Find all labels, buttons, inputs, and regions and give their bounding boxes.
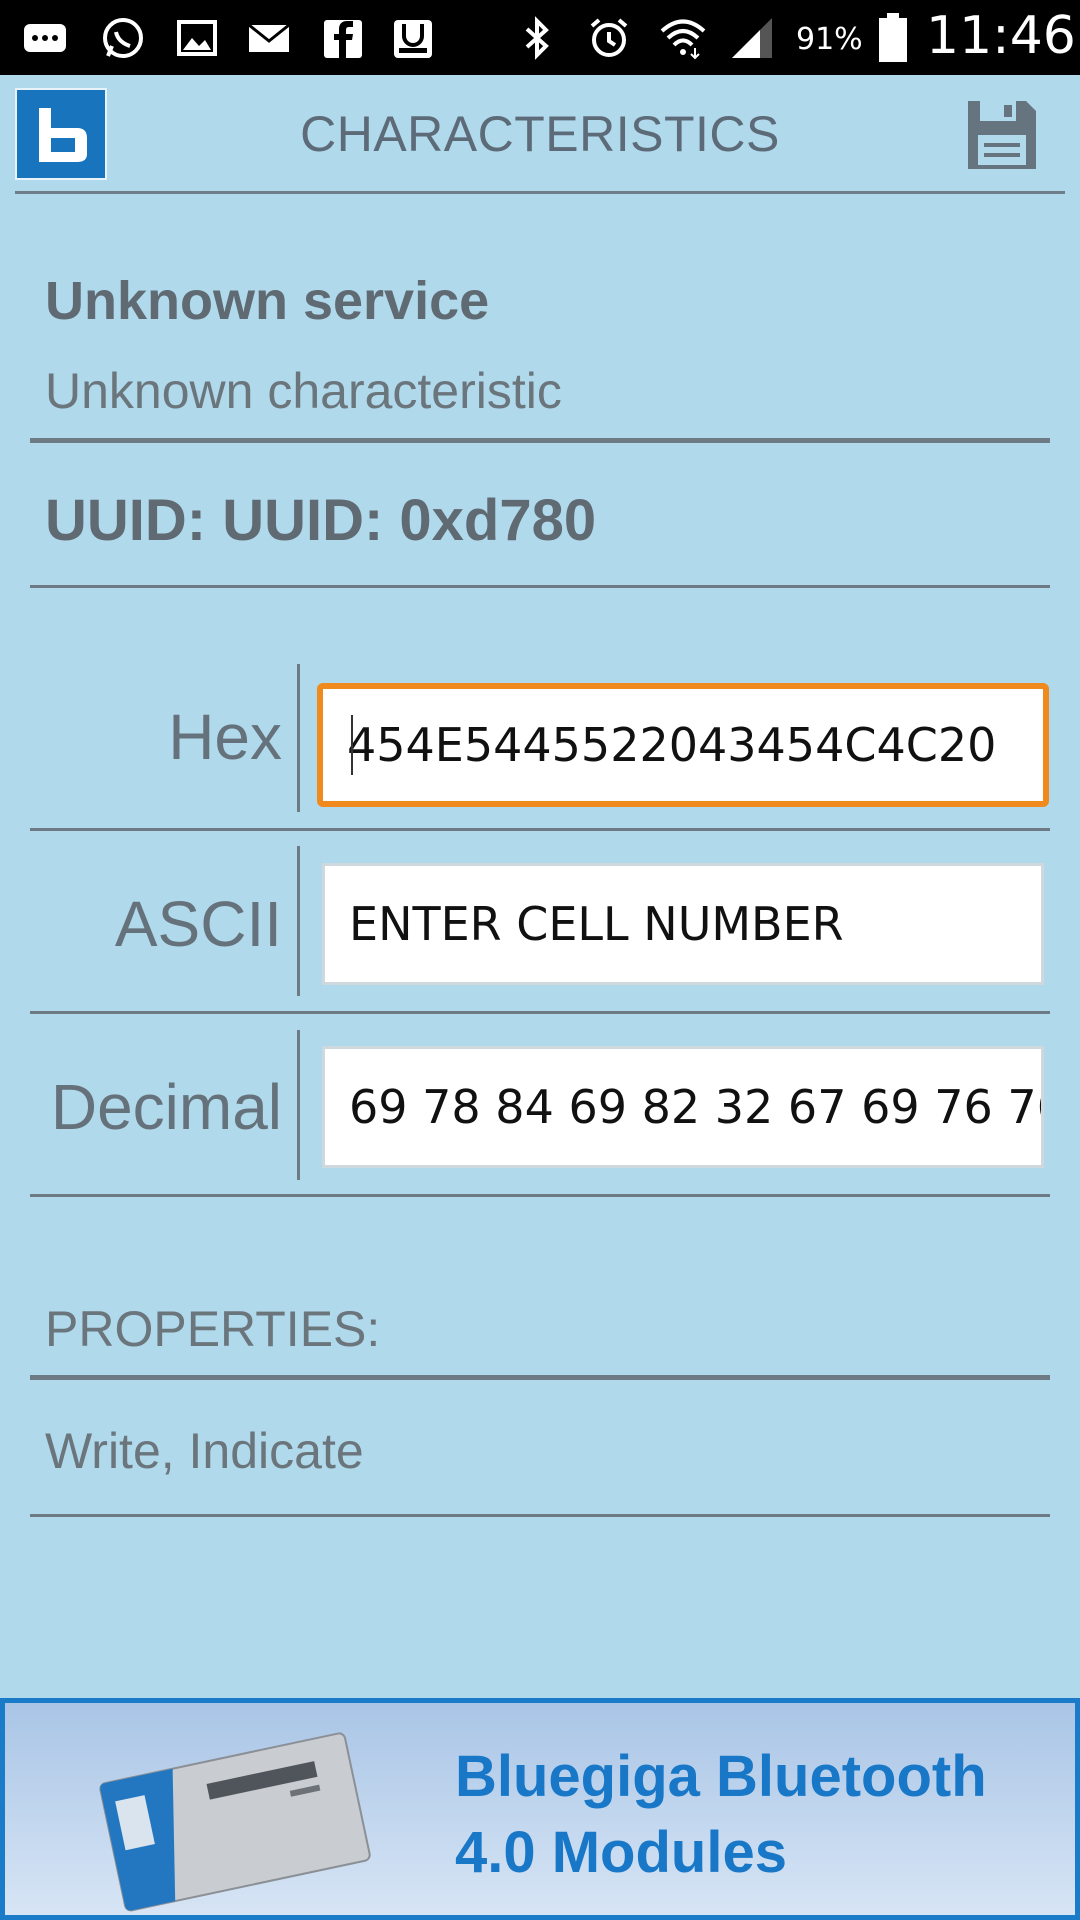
ascii-input-value: ENTER CELL NUMBER	[349, 897, 844, 951]
divider	[30, 1011, 1050, 1014]
page-title: CHARACTERISTICS	[300, 106, 780, 162]
banner-line-2: 4.0 Modules	[455, 1820, 787, 1885]
row-separator	[297, 846, 300, 996]
row-separator	[297, 1030, 300, 1180]
battery-icon	[879, 13, 907, 62]
divider	[30, 1375, 1050, 1380]
battery-percent: 91%	[796, 22, 863, 57]
hex-label: Hex	[168, 701, 282, 773]
banner-text: Bluegiga Bluetooth 4.0 Modules	[455, 1739, 1055, 1891]
clock: 11:46	[926, 6, 1076, 66]
ascii-label: ASCII	[114, 888, 282, 960]
ad-banner[interactable]: Bluegiga Bluetooth 4.0 Modules	[0, 1698, 1080, 1920]
row-separator	[297, 664, 300, 812]
email-icon	[248, 23, 290, 52]
uuid-label: UUID: UUID: 0xd780	[45, 488, 597, 553]
decimal-input-value: 69 78 84 69 82 32 67 69 76 76	[349, 1080, 1044, 1134]
status-bar: 91% 11:46	[0, 0, 1080, 75]
galaxy-apps-icon	[394, 20, 432, 58]
divider	[30, 1194, 1050, 1197]
ascii-input[interactable]: ENTER CELL NUMBER	[322, 863, 1044, 985]
banner-line-1: Bluegiga Bluetooth	[455, 1744, 987, 1809]
facebook-icon	[324, 20, 362, 58]
messages-icon	[24, 24, 66, 52]
divider	[30, 828, 1050, 831]
app-bar: CHARACTERISTICS	[0, 75, 1080, 195]
gallery-icon	[177, 20, 217, 56]
bluetooth-module-image	[99, 1732, 371, 1912]
alarm-icon	[590, 18, 628, 57]
divider	[30, 438, 1050, 443]
divider	[30, 585, 1050, 588]
characteristic-name: Unknown characteristic	[45, 363, 562, 419]
text-caret	[351, 715, 353, 775]
app-bar-divider	[15, 191, 1065, 194]
bluetooth-icon	[525, 16, 549, 60]
hex-input[interactable]: 454E5445522043454C4C20	[317, 683, 1049, 807]
signal-icon	[732, 18, 772, 58]
properties-value: Write, Indicate	[45, 1423, 364, 1479]
save-icon[interactable]	[964, 97, 1040, 173]
whatsapp-icon	[103, 18, 143, 58]
service-name: Unknown service	[45, 271, 490, 331]
divider	[30, 1514, 1050, 1517]
properties-label: PROPERTIES:	[45, 1301, 381, 1357]
hex-input-value: 454E5445522043454C4C20	[347, 718, 997, 772]
screen: 91% 11:46 CHARACTERISTICS Unknown servic…	[0, 0, 1080, 1920]
decimal-label: Decimal	[50, 1071, 282, 1143]
wifi-icon	[660, 19, 706, 60]
decimal-input[interactable]: 69 78 84 69 82 32 67 69 76 76	[322, 1046, 1044, 1168]
